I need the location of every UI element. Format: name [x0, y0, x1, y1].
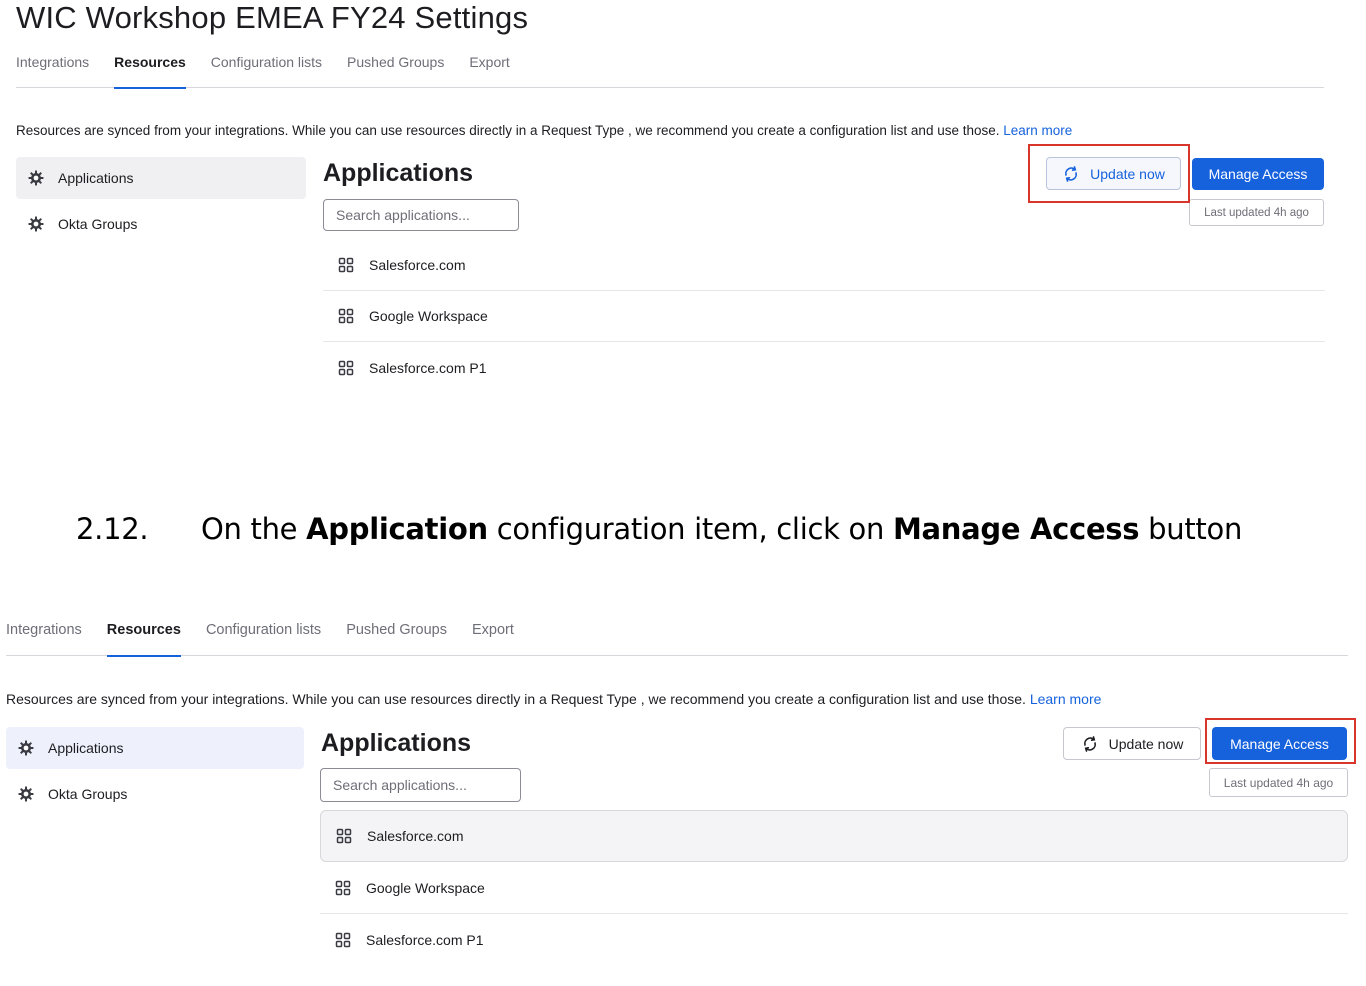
tab-configuration-lists[interactable]: Configuration lists [206, 620, 321, 656]
learn-more-link[interactable]: Learn more [1030, 691, 1102, 707]
sync-icon [1081, 735, 1099, 753]
app-grid-icon [335, 932, 351, 948]
app-grid-icon [335, 880, 351, 896]
list-item[interactable]: Google Workspace [320, 862, 1348, 914]
app-name: Google Workspace [366, 879, 485, 896]
step-bold-manage-access: Manage Access [892, 512, 1140, 546]
app-name: Salesforce.com P1 [366, 932, 484, 948]
section-title: Applications [321, 729, 472, 757]
sidebar-item-applications[interactable]: Applications [16, 157, 306, 199]
list-item[interactable]: Salesforce.com [320, 810, 1348, 862]
list-item[interactable]: Google Workspace [323, 291, 1325, 342]
sidebar-item-label: Applications [58, 170, 134, 186]
sidebar: Applications Okta Groups [16, 157, 306, 249]
tab-export[interactable]: Export [472, 620, 514, 656]
last-updated-badge: Last updated 4h ago [1209, 768, 1348, 797]
search-input[interactable]: Search applications... [323, 199, 519, 231]
gear-icon [18, 786, 34, 802]
info-message: Resources are synced from your integrati… [6, 691, 1026, 707]
step-number: 2.12. [76, 512, 149, 546]
highlight-box [1205, 718, 1356, 764]
tab-export[interactable]: Export [469, 52, 509, 88]
tab-bar: Integrations Resources Configuration lis… [16, 52, 1324, 89]
app-name: Salesforce.com P1 [369, 359, 487, 376]
app-grid-icon [338, 308, 354, 324]
screenshot-1: WIC Workshop EMEA FY24 Settings Integrat… [0, 0, 1366, 440]
tab-configuration-lists[interactable]: Configuration lists [211, 52, 322, 88]
page-title: WIC Workshop EMEA FY24 Settings [16, 0, 529, 35]
info-text: Resources are synced from your integrati… [16, 123, 1072, 138]
app-grid-icon [336, 828, 352, 844]
app-name: Google Workspace [369, 308, 488, 324]
sidebar-item-label: Applications [48, 740, 124, 756]
app-grid-icon [338, 257, 354, 273]
section-title: Applications [323, 159, 474, 187]
info-message: Resources are synced from your integrati… [16, 123, 1000, 138]
search-input[interactable]: Search applications... [320, 768, 521, 802]
tab-resources[interactable]: Resources [106, 620, 182, 657]
step-instruction: 2.12. On the Application configuration it… [76, 512, 1242, 546]
step-text: On the [201, 512, 307, 546]
highlight-box [1028, 144, 1190, 203]
step-text: button [1139, 512, 1243, 546]
app-list: Salesforce.com Google Workspace Salesfor… [320, 810, 1348, 966]
tab-integrations[interactable]: Integrations [6, 620, 82, 656]
app-list: Salesforce.com Google Workspace Salesfor… [323, 240, 1325, 393]
list-item[interactable]: Salesforce.com [323, 240, 1325, 291]
step-text: configuration item, click on [487, 512, 893, 546]
tab-resources[interactable]: Resources [114, 52, 186, 89]
sidebar-item-label: Okta Groups [48, 786, 128, 802]
gear-icon [28, 216, 44, 232]
update-now-label: Update now [1108, 735, 1184, 752]
app-name: Salesforce.com [369, 257, 466, 273]
app-name: Salesforce.com [367, 828, 464, 844]
manage-access-button[interactable]: Manage Access [1192, 158, 1324, 190]
last-updated-badge: Last updated 4h ago [1189, 199, 1324, 226]
tab-bar: Integrations Resources Configuration lis… [6, 620, 1348, 657]
screenshot-2: Integrations Resources Configuration lis… [0, 600, 1366, 986]
sidebar: Applications Okta Groups [6, 727, 304, 819]
step-bold-application: Application [306, 512, 488, 546]
tab-integrations[interactable]: Integrations [16, 52, 89, 88]
info-text: Resources are synced from your integrati… [6, 691, 1101, 707]
gear-icon [28, 170, 44, 186]
gear-icon [18, 740, 34, 756]
sidebar-item-applications[interactable]: Applications [6, 727, 304, 769]
tab-pushed-groups[interactable]: Pushed Groups [347, 52, 444, 88]
learn-more-link[interactable]: Learn more [1003, 123, 1072, 138]
list-item[interactable]: Salesforce.com P1 [320, 914, 1348, 966]
tab-pushed-groups[interactable]: Pushed Groups [346, 620, 447, 656]
sidebar-item-okta-groups[interactable]: Okta Groups [6, 773, 304, 815]
sidebar-item-okta-groups[interactable]: Okta Groups [16, 203, 306, 245]
update-now-button[interactable]: Update now [1063, 727, 1201, 760]
list-item[interactable]: Salesforce.com P1 [323, 342, 1325, 393]
sidebar-item-label: Okta Groups [58, 216, 138, 232]
app-grid-icon [338, 360, 354, 376]
